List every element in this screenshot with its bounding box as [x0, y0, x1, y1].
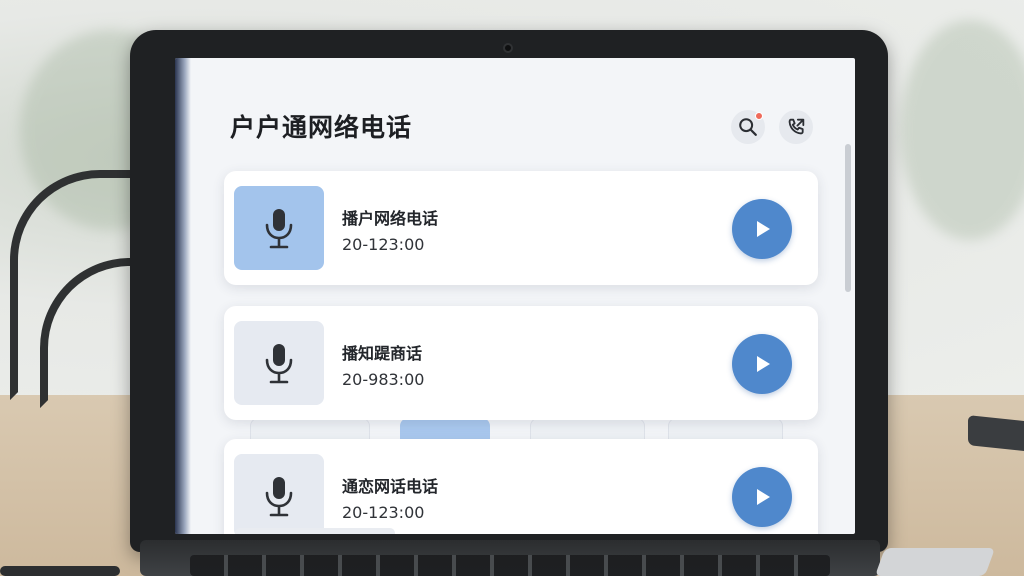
call-thumbnail	[234, 454, 324, 534]
play-icon	[757, 221, 770, 237]
call-time: 20-123:00	[342, 503, 425, 522]
play-button[interactable]	[732, 334, 792, 394]
call-button[interactable]	[779, 110, 813, 144]
call-title: 通恋网话电话	[342, 477, 439, 496]
phone-on-desk	[968, 415, 1024, 451]
device-edge	[874, 548, 996, 576]
notification-dot	[755, 112, 763, 120]
call-card[interactable]: 通恋网话电话 20-123:00	[224, 439, 818, 534]
call-card[interactable]: 播户网络电话 20-123:00	[224, 171, 818, 285]
next-card-peek	[235, 528, 395, 534]
app-screen: 户户通网络电话 播户网络电话 20-123:00 播知踶商话 20-983:00…	[175, 58, 855, 534]
microphone-icon	[265, 344, 293, 384]
scrollbar[interactable]	[845, 144, 851, 292]
call-title: 播户网络电话	[342, 209, 439, 228]
play-icon	[757, 489, 770, 505]
play-icon	[757, 356, 770, 372]
play-button[interactable]	[732, 199, 792, 259]
page-title: 户户通网络电话	[230, 113, 413, 142]
phone-call-icon	[788, 118, 805, 135]
call-thumbnail	[234, 186, 324, 270]
laptop-bezel: 户户通网络电话 播户网络电话 20-123:00 播知踶商话 20-983:00…	[130, 30, 888, 552]
device-edge	[0, 566, 120, 576]
call-time: 20-983:00	[342, 370, 425, 389]
microphone-icon	[265, 477, 293, 517]
call-time: 20-123:00	[342, 235, 425, 254]
screen-edge-shadow	[175, 58, 191, 534]
search-button[interactable]	[731, 110, 765, 144]
microphone-icon	[265, 209, 293, 249]
webcam	[503, 43, 513, 53]
call-card[interactable]: 播知踶商话 20-983:00	[224, 306, 818, 420]
keyboard	[190, 555, 830, 576]
search-icon	[739, 118, 757, 136]
call-thumbnail	[234, 321, 324, 405]
play-button[interactable]	[732, 467, 792, 527]
call-title: 播知踶商话	[342, 344, 423, 363]
